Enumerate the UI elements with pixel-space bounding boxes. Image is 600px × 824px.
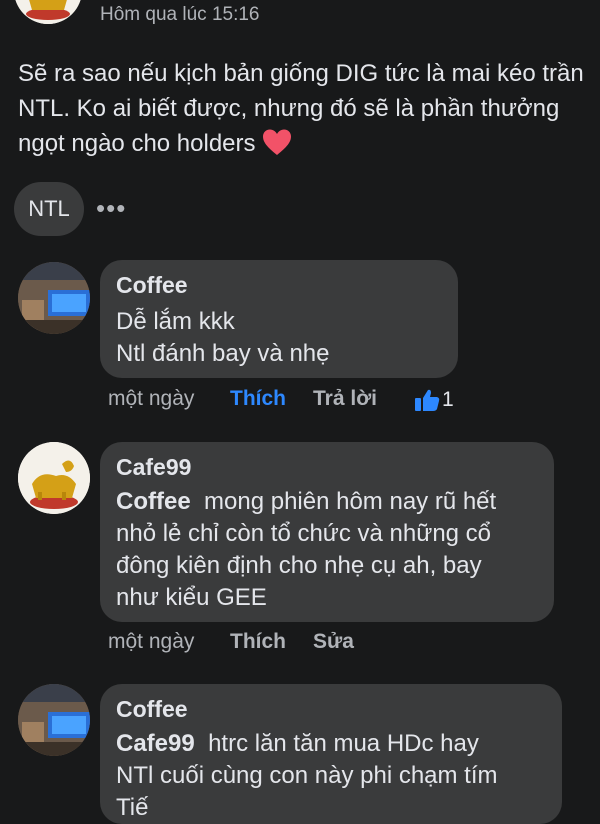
comment-text-line: Cafe99 htrc lăn tăn mua HDc hay	[116, 728, 479, 760]
reaction-count[interactable]: 1	[414, 388, 454, 412]
comment-avatar-cafe99[interactable]	[18, 442, 90, 514]
like-button[interactable]: Thích	[230, 630, 286, 654]
post-content: Sẽ ra sao nếu kịch bản giống DIG tức là …	[18, 56, 588, 161]
comment-text-segment: htrc lăn tăn mua HDc hay	[208, 730, 479, 757]
comment-author-name[interactable]: Coffee	[116, 696, 188, 723]
more-options-button[interactable]: •••	[96, 193, 126, 224]
comment-bubble[interactable]: Cafe99 Coffee mong phiên hôm nay rũ hết …	[100, 442, 554, 622]
comment-text-line: nhỏ lẻ chỉ còn tổ chức và những cổ	[116, 520, 492, 547]
golden-goat-icon	[18, 442, 90, 514]
post-text: Sẽ ra sao nếu kịch bản giống DIG tức là …	[18, 60, 584, 157]
comment-author-name[interactable]: Cafe99	[116, 454, 191, 481]
comment-text-segment: mong phiên hôm nay rũ hết	[204, 488, 497, 515]
comment-time[interactable]: một ngày	[108, 630, 194, 654]
comment-text-line: Tiế	[116, 794, 149, 821]
reply-button[interactable]: Trả lời	[313, 387, 377, 411]
mention-tag[interactable]: Coffee	[116, 488, 191, 515]
comment-avatar-coffee[interactable]	[18, 262, 90, 334]
like-button[interactable]: Thích	[230, 387, 286, 411]
comment-text-line: Ntl đánh bay và nhẹ	[116, 340, 330, 367]
comment-text-line: như kiểu GEE	[116, 584, 267, 611]
comment-text-line: NTl cuối cùng con này phi chạm tím	[116, 762, 498, 789]
office-photo-icon	[18, 684, 90, 756]
stock-tag-chip[interactable]: NTL	[14, 182, 84, 236]
post-timestamp[interactable]: Hôm qua lúc 15:16	[100, 4, 260, 26]
comment-author-name[interactable]: Coffee	[116, 272, 188, 299]
reaction-count-number: 1	[442, 388, 454, 411]
comment-text-line: Dễ lắm kkk	[116, 308, 235, 335]
golden-goat-icon	[14, 0, 82, 24]
comment-bubble[interactable]: Coffee Cafe99 htrc lăn tăn mua HDc hay N…	[100, 684, 562, 824]
heart-emoji-icon	[262, 128, 292, 156]
post-author-avatar[interactable]	[14, 0, 82, 24]
comment-text-line: Coffee mong phiên hôm nay rũ hết	[116, 486, 496, 518]
edit-button[interactable]: Sửa	[313, 630, 354, 654]
comment-avatar-coffee[interactable]	[18, 684, 90, 756]
office-photo-icon	[18, 262, 90, 334]
comment-bubble[interactable]: Coffee Dễ lắm kkk Ntl đánh bay và nhẹ	[100, 260, 458, 378]
comment-text-line: đông kiên định cho nhẹ cụ ah, bay	[116, 552, 482, 579]
mention-tag[interactable]: Cafe99	[116, 730, 195, 757]
thumbs-up-icon	[415, 389, 440, 411]
comment-time[interactable]: một ngày	[108, 387, 194, 411]
